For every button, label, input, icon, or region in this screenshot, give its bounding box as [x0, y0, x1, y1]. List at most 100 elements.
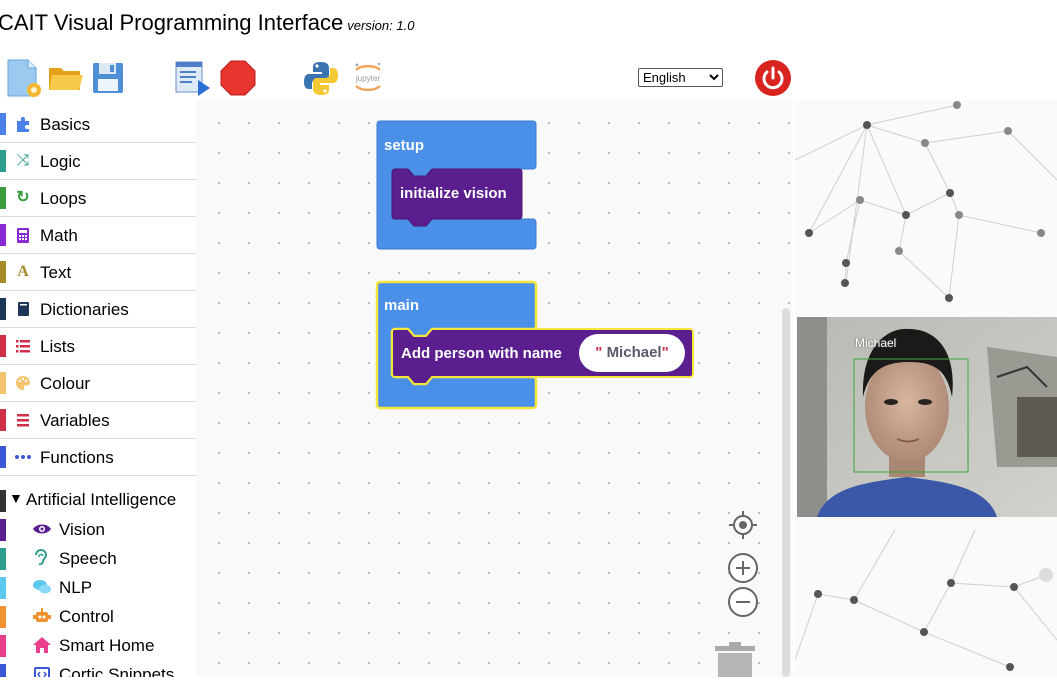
category-lists[interactable]: Lists [0, 328, 196, 365]
recenter-button[interactable] [727, 509, 759, 546]
variables-icon [14, 411, 32, 429]
category-color-bar [0, 577, 6, 599]
palette-icon [14, 374, 32, 392]
save-icon[interactable] [89, 58, 129, 98]
category-logic[interactable]: ⤨ Logic [0, 143, 196, 180]
page-title: CAIT Visual Programming Interface version… [0, 10, 414, 36]
jupyter-icon[interactable]: jupyter [348, 58, 388, 98]
category-color-bar [0, 150, 6, 172]
crosshair-icon [729, 511, 757, 539]
camera-feed [797, 317, 1057, 517]
category-label: Dictionaries [40, 300, 129, 319]
category-color-bar [0, 548, 6, 570]
chat-icon [32, 578, 52, 596]
category-smart-home[interactable]: Smart Home [0, 632, 196, 661]
category-label: Vision [59, 520, 105, 539]
eye-icon [32, 520, 52, 538]
stop-icon[interactable] [218, 58, 258, 98]
category-color-bar [0, 606, 6, 628]
category-color-bar [0, 490, 6, 512]
category-vision[interactable]: Vision [0, 516, 196, 545]
dots-icon [14, 448, 32, 466]
category-color-bar [0, 409, 6, 431]
toolbox: Basics ⤨ Logic ↻ Loops Math A Text Dicti… [0, 106, 196, 677]
open-folder-icon[interactable] [46, 58, 86, 98]
robot-icon [32, 607, 52, 625]
trash-button[interactable] [713, 640, 757, 682]
category-artificial-intelligence[interactable]: ▼ Artificial Intelligence [0, 476, 196, 516]
book-icon [14, 300, 32, 318]
category-basics[interactable]: Basics [0, 106, 196, 143]
category-label: Smart Home [59, 636, 155, 655]
category-text[interactable]: A Text [0, 254, 196, 291]
ear-icon [32, 549, 52, 567]
category-color-bar [0, 298, 6, 320]
setup-block-label: setup [384, 137, 425, 154]
category-math[interactable]: Math [0, 217, 196, 254]
category-label: Basics [40, 115, 91, 134]
python-icon[interactable] [301, 58, 341, 98]
category-label: Artificial Intelligence [26, 490, 177, 509]
category-label: Loops [40, 189, 87, 208]
code-icon [32, 665, 52, 677]
minus-icon [728, 587, 758, 617]
calculator-icon [14, 226, 32, 244]
puzzle-icon [14, 115, 32, 133]
category-control[interactable]: Control [0, 603, 196, 632]
text-icon: A [17, 263, 29, 280]
loop-icon: ↻ [16, 189, 30, 206]
category-color-bar [0, 261, 6, 283]
category-color-bar [0, 664, 6, 677]
category-color-bar [0, 635, 6, 657]
shuffle-icon: ⤨ [16, 152, 30, 169]
category-label: Text [40, 263, 72, 282]
category-label: Functions [40, 448, 114, 467]
person-name-value: Michael [606, 344, 662, 361]
category-label: Colour [40, 374, 91, 393]
category-label: Lists [40, 337, 75, 356]
category-variables[interactable]: Variables [0, 402, 196, 439]
category-color-bar [0, 335, 6, 357]
app-title: CAIT Visual Programming Interface [0, 10, 344, 35]
category-label: Logic [40, 152, 81, 171]
new-file-icon[interactable] [4, 58, 44, 98]
category-color-bar [0, 446, 6, 468]
collapse-triangle-icon[interactable]: ▼ [9, 490, 23, 506]
category-color-bar [0, 224, 6, 246]
list-icon [14, 337, 32, 355]
trash-icon [715, 642, 755, 677]
category-label: Math [40, 226, 78, 245]
person-name-value-display[interactable]: " Michael" [579, 334, 685, 372]
home-icon [32, 636, 52, 654]
version-label: version: 1.0 [347, 18, 415, 33]
category-color-bar [0, 187, 6, 209]
quote-close: " [661, 344, 669, 361]
zoom-in-button[interactable] [727, 552, 759, 589]
zoom-out-button[interactable] [727, 586, 759, 623]
category-label: NLP [59, 578, 93, 597]
category-label: Cortic Snippets [59, 665, 175, 677]
workspace-scrollbar[interactable] [782, 308, 790, 677]
svg-text:jupyter: jupyter [355, 74, 380, 83]
run-script-icon[interactable] [172, 58, 212, 98]
power-icon [762, 66, 784, 90]
category-label: Speech [59, 549, 117, 568]
quote-open: " [595, 344, 603, 361]
power-button[interactable] [755, 60, 791, 96]
main-block-label: main [384, 297, 420, 314]
category-dictionaries[interactable]: Dictionaries [0, 291, 196, 328]
category-speech[interactable]: Speech [0, 545, 196, 574]
category-label: Control [59, 607, 114, 626]
detected-face-label: Michael [855, 336, 897, 350]
language-select[interactable]: English [638, 68, 723, 87]
category-nlp[interactable]: NLP [0, 574, 196, 603]
category-functions[interactable]: Functions [0, 439, 196, 476]
category-loops[interactable]: ↻ Loops [0, 180, 196, 217]
category-colour[interactable]: Colour [0, 365, 196, 402]
category-color-bar [0, 113, 6, 135]
category-label: Variables [40, 411, 110, 430]
category-cortic-snippets[interactable]: Cortic Snippets [0, 661, 196, 677]
initialize-vision-label: initialize vision [400, 185, 507, 202]
plus-icon [728, 553, 758, 583]
category-color-bar [0, 372, 6, 394]
